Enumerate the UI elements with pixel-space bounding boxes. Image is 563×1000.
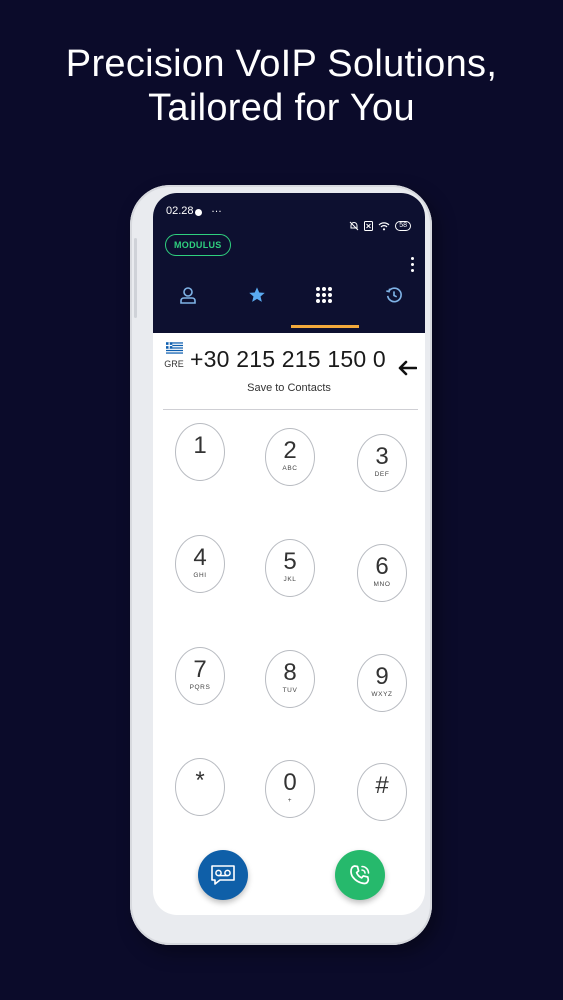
country-code: GRE [164,359,184,369]
key-digit: 7 [193,656,207,683]
country-selector[interactable]: GRE [162,341,186,369]
dial-key-star[interactable]: * [175,758,225,816]
voicemail-button[interactable] [198,850,248,900]
sim-off-icon [364,221,374,231]
key-digit: 9 [375,663,389,690]
key-letters: TUV [282,687,298,694]
dial-key-2[interactable]: 2 ABC [265,428,315,486]
wifi-icon [378,222,390,231]
dial-key-5[interactable]: 5 JKL [265,539,315,597]
key-digit: 8 [283,659,297,686]
key-letters: ABC [282,465,298,472]
brand-logo: MODULUS [165,234,231,256]
key-digit: 2 [283,437,297,464]
overflow-menu-icon[interactable] [411,257,415,272]
tab-contacts[interactable] [168,277,208,313]
key-digit: 0 [283,769,297,796]
save-to-contacts-link[interactable]: Save to Contacts [153,382,425,394]
active-tab-indicator [291,325,359,328]
key-letters: GHI [193,572,207,579]
headline: Precision VoIP Solutions, Tailored for Y… [0,42,563,130]
dialed-number: +30 215 215 150 0 [190,346,386,372]
phone-screen: 02.28 … 58 MODULUS GRE +30 215 215 150 0… [153,193,425,915]
key-letters: DEF [374,471,390,478]
key-letters: PQRS [189,684,211,691]
app-bar: 02.28 … 58 MODULUS [153,193,425,333]
battery-indicator: 58 [395,221,411,231]
key-digit: 5 [283,548,297,575]
headline-line-2: Tailored for You [148,87,415,129]
key-digit: * [195,767,205,794]
phone-call-icon [350,865,370,885]
key-digit: # [375,772,389,799]
key-letters: MNO [373,581,391,588]
headline-line-1: Precision VoIP Solutions, [65,43,498,85]
dial-key-7[interactable]: 7 PQRS [175,647,225,705]
key-digit: 4 [193,544,207,571]
dialpad-grid-icon [316,287,332,303]
greece-flag-icon [165,342,183,354]
status-more-indicator: … [211,203,222,215]
key-letters: JKL [283,576,297,583]
recent-history-icon [386,287,402,303]
status-time: 02.28 [166,205,194,217]
status-icons: 58 [349,221,411,231]
tab-dialpad[interactable] [304,277,344,313]
dial-key-4[interactable]: 4 GHI [175,535,225,593]
status-notification-dot [195,209,202,216]
call-button[interactable] [335,850,385,900]
dial-key-0[interactable]: 0 + [265,760,315,818]
dial-key-8[interactable]: 8 TUV [265,650,315,708]
dial-key-1[interactable]: 1 [175,423,225,481]
dial-key-3[interactable]: 3 DEF [357,434,407,492]
voicemail-icon [211,865,235,885]
tab-recents[interactable] [374,277,414,313]
key-letters: WXYZ [371,691,393,698]
favorites-star-icon [249,287,265,302]
dial-key-hash[interactable]: # [357,763,407,821]
tab-favorites[interactable] [237,277,277,313]
key-letters: + [287,797,293,804]
backspace-arrow-icon[interactable] [397,360,417,376]
key-digit: 1 [193,432,207,459]
phone-side-button [134,238,137,318]
key-digit: 3 [375,443,389,470]
dial-key-6[interactable]: 6 MNO [357,544,407,602]
key-digit: 6 [375,553,389,580]
dial-key-9[interactable]: 9 WXYZ [357,654,407,712]
mute-bell-icon [349,221,359,231]
number-divider [163,409,418,410]
contacts-icon [180,287,196,304]
